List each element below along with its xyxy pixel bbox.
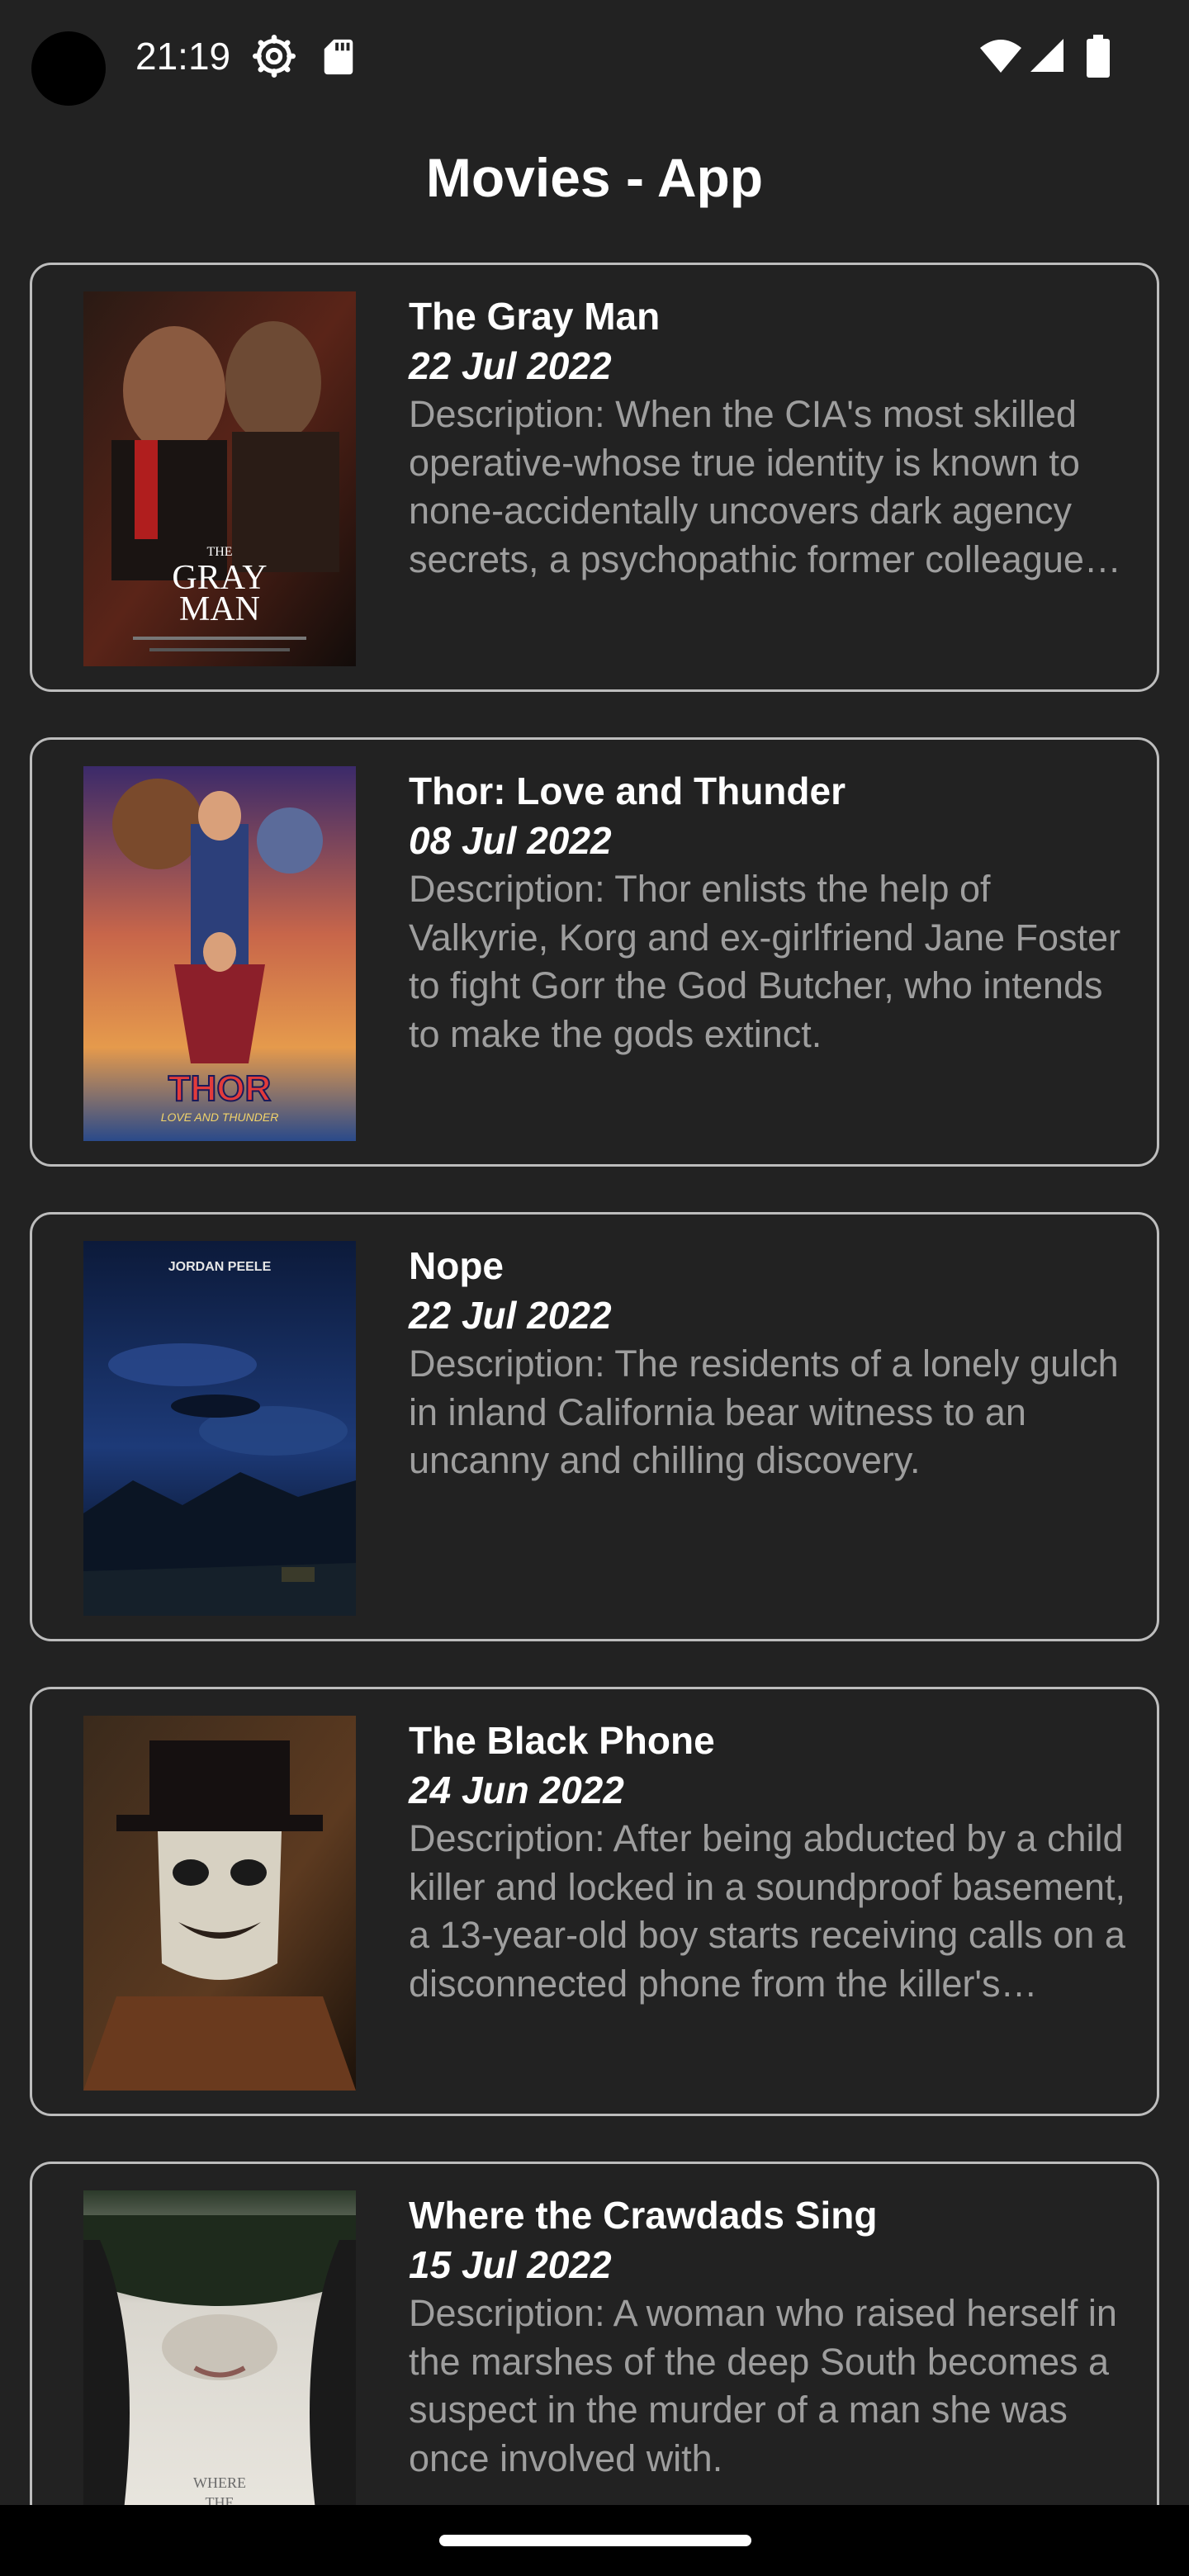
- movie-list[interactable]: THE GRAY MAN The Gray Man 22 Jul 2022 De…: [30, 263, 1159, 2505]
- movie-info: Thor: Love and Thunder 08 Jul 2022 Descr…: [409, 766, 1135, 1058]
- movie-description: Description: The residents of a lonely g…: [409, 1342, 1119, 1481]
- svg-text:THE: THE: [206, 2494, 234, 2505]
- movie-card[interactable]: THOR LOVE AND THUNDER Thor: Love and Thu…: [30, 737, 1159, 1167]
- svg-text:WHERE: WHERE: [193, 2474, 246, 2491]
- movie-card[interactable]: THE GRAY MAN The Gray Man 22 Jul 2022 De…: [30, 263, 1159, 692]
- status-time: 21:19: [135, 35, 231, 78]
- movie-card[interactable]: WHERE THE CRAWDADS Where the Crawdads Si…: [30, 2162, 1159, 2505]
- movie-description: Description: Thor enlists the help of Va…: [409, 868, 1121, 1055]
- movie-info: Where the Crawdads Sing 15 Jul 2022 Desc…: [409, 2190, 1135, 2483]
- movie-description: Description: A woman who raised herself …: [409, 2292, 1117, 2479]
- movie-info: The Black Phone 24 Jun 2022 Description:…: [409, 1716, 1135, 2008]
- movie-release-date: 22 Jul 2022: [409, 344, 612, 387]
- battery-icon: [1087, 35, 1110, 78]
- svg-text:JORDAN PEELE: JORDAN PEELE: [168, 1260, 272, 1274]
- movie-poster: [83, 1716, 356, 2091]
- svg-text:LOVE AND THUNDER: LOVE AND THUNDER: [161, 1110, 279, 1124]
- home-gesture-handle[interactable]: [439, 2535, 751, 2546]
- signal-icon: [1030, 39, 1063, 72]
- movie-poster: JORDAN PEELE: [83, 1241, 356, 1616]
- movie-info: Nope 22 Jul 2022 Description: The reside…: [409, 1241, 1135, 1485]
- wifi-icon: [980, 40, 1021, 73]
- camera-cutout: [31, 31, 106, 106]
- movie-title: Thor: Love and Thunder: [409, 769, 846, 812]
- movie-release-date: 08 Jul 2022: [409, 819, 612, 862]
- svg-text:THE: THE: [206, 545, 232, 559]
- movie-title: Nope: [409, 1244, 504, 1287]
- app-root: 21:19 Movies - App THE GRAY MAN The Gray…: [0, 0, 1189, 2576]
- navigation-bar: [0, 2505, 1189, 2576]
- movie-title: The Black Phone: [409, 1719, 715, 1762]
- movie-poster: THOR LOVE AND THUNDER: [83, 766, 356, 1141]
- svg-text:THOR: THOR: [168, 1068, 272, 1109]
- svg-text:MAN: MAN: [179, 590, 260, 628]
- movie-title: Where the Crawdads Sing: [409, 2194, 878, 2237]
- movie-description: Description: When the CIA's most skilled…: [409, 393, 1084, 580]
- sd-card-icon: [324, 39, 353, 75]
- movie-card[interactable]: The Black Phone 24 Jun 2022 Description:…: [30, 1687, 1159, 2116]
- status-bar: 21:19: [0, 0, 1189, 116]
- movie-card[interactable]: JORDAN PEELE Nope 22 Jul 2022 Descriptio…: [30, 1212, 1159, 1641]
- movie-description: Description: After being abducted by a c…: [409, 1817, 1126, 2005]
- app-title: Movies - App: [425, 147, 764, 208]
- movie-title: The Gray Man: [409, 295, 661, 338]
- movie-info: The Gray Man 22 Jul 2022 Description: Wh…: [409, 291, 1135, 584]
- movie-release-date: 15 Jul 2022: [409, 2243, 612, 2286]
- movie-release-date: 24 Jun 2022: [409, 1769, 624, 1811]
- movie-release-date: 22 Jul 2022: [409, 1294, 612, 1337]
- movie-poster: WHERE THE CRAWDADS: [83, 2190, 356, 2505]
- settings-icon: [253, 35, 296, 78]
- movie-poster: THE GRAY MAN: [83, 291, 356, 666]
